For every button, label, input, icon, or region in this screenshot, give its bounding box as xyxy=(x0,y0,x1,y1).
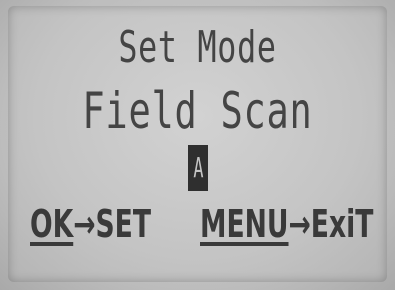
mode-title: Set Mode xyxy=(118,22,277,73)
cursor-character: A xyxy=(192,151,204,184)
ok-set-softkey[interactable]: OK→SET xyxy=(30,205,151,243)
ok-key-label: OK xyxy=(30,202,74,246)
setting-value[interactable]: Field Scan xyxy=(51,82,343,140)
menu-exit-softkey[interactable]: MENU→ExiT xyxy=(200,205,373,243)
selection-cursor: A xyxy=(188,145,208,191)
menu-key-label: MENU xyxy=(200,202,289,246)
ok-action-label: →SET xyxy=(73,202,151,246)
menu-action-label: →ExiT xyxy=(288,202,374,246)
